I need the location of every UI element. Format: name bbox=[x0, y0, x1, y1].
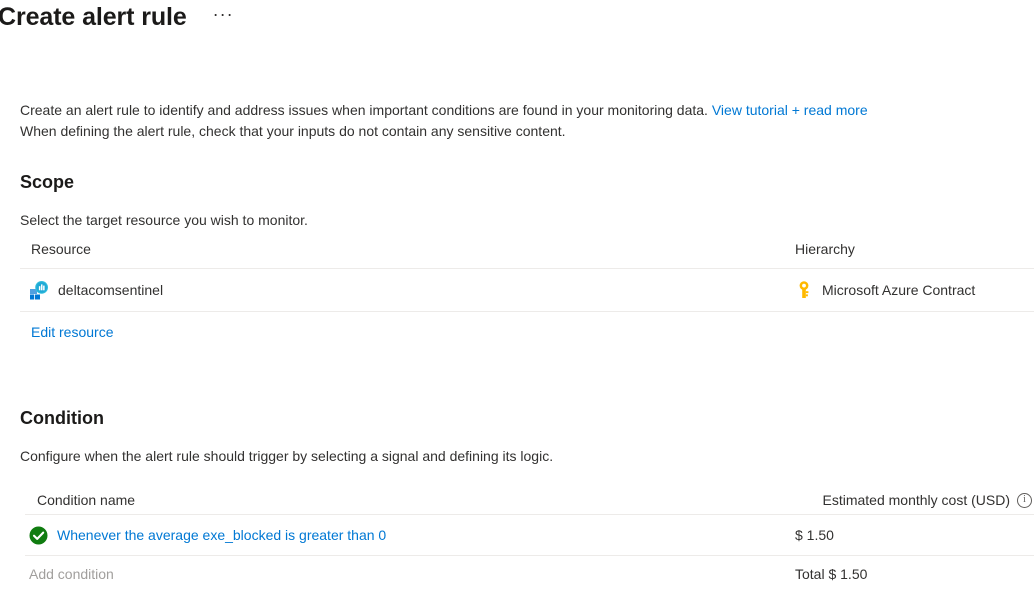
hierarchy-cell: Microsoft Azure Contract › bbox=[795, 280, 1034, 300]
resource-cell: deltacomsentinel bbox=[20, 280, 795, 300]
scope-subtitle: Select the target resource you wish to m… bbox=[20, 212, 308, 228]
hierarchy-name: Microsoft Azure Contract bbox=[822, 282, 976, 298]
scope-table-header: Resource Hierarchy bbox=[20, 241, 1034, 268]
condition-name-link[interactable]: Whenever the average exe_blocked is grea… bbox=[57, 527, 386, 543]
page-header: Create alert rule ··· bbox=[0, 2, 238, 32]
table-row[interactable]: Whenever the average exe_blocked is grea… bbox=[25, 515, 1034, 555]
intro-line-1: Create an alert rule to identify and add… bbox=[20, 102, 708, 118]
subscription-key-icon bbox=[795, 280, 813, 300]
condition-table: Condition name Estimated monthly cost (U… bbox=[25, 486, 1034, 592]
more-options-icon[interactable]: ··· bbox=[209, 3, 238, 31]
table-row[interactable]: deltacomsentinel Microsoft Azure Contrac… bbox=[20, 269, 1034, 311]
add-condition-button[interactable]: Add condition bbox=[25, 566, 773, 582]
resource-name: deltacomsentinel bbox=[58, 282, 164, 298]
scope-resource-table: Resource Hierarchy deltacomsentinel Micr… bbox=[20, 241, 1034, 312]
condition-cost-cell: $ 1.50 bbox=[795, 527, 834, 543]
view-tutorial-link[interactable]: View tutorial + read more bbox=[712, 102, 868, 118]
column-header-resource: Resource bbox=[31, 241, 91, 257]
estimated-cost-label: Estimated monthly cost (USD) bbox=[822, 492, 1011, 508]
info-icon[interactable]: i bbox=[1017, 492, 1032, 508]
condition-subtitle: Configure when the alert rule should tri… bbox=[20, 448, 554, 464]
page-title: Create alert rule bbox=[0, 3, 187, 31]
edit-resource-link[interactable]: Edit resource bbox=[31, 322, 113, 342]
table-divider-bottom bbox=[20, 311, 1034, 312]
intro-description: Create an alert rule to identify and add… bbox=[20, 100, 1020, 142]
column-header-estimated-cost: Estimated monthly cost (USD) i bbox=[773, 492, 1034, 508]
condition-heading: Condition bbox=[20, 408, 104, 428]
column-header-hierarchy: Hierarchy bbox=[795, 241, 855, 257]
condition-name-cell: Whenever the average exe_blocked is grea… bbox=[25, 526, 773, 545]
condition-total-cost: Total $ 1.50 bbox=[795, 566, 868, 582]
condition-table-footer: Add condition Total $ 1.50 bbox=[25, 556, 1034, 592]
success-check-icon bbox=[29, 526, 48, 545]
log-analytics-workspace-icon bbox=[29, 280, 49, 300]
column-header-condition-name: Condition name bbox=[37, 492, 136, 508]
intro-line-2: When defining the alert rule, check that… bbox=[20, 123, 566, 139]
create-alert-rule-page: Create alert rule ··· Create an alert ru… bbox=[0, 0, 1034, 609]
condition-table-header: Condition name Estimated monthly cost (U… bbox=[25, 486, 1034, 514]
scope-heading: Scope bbox=[20, 172, 75, 192]
